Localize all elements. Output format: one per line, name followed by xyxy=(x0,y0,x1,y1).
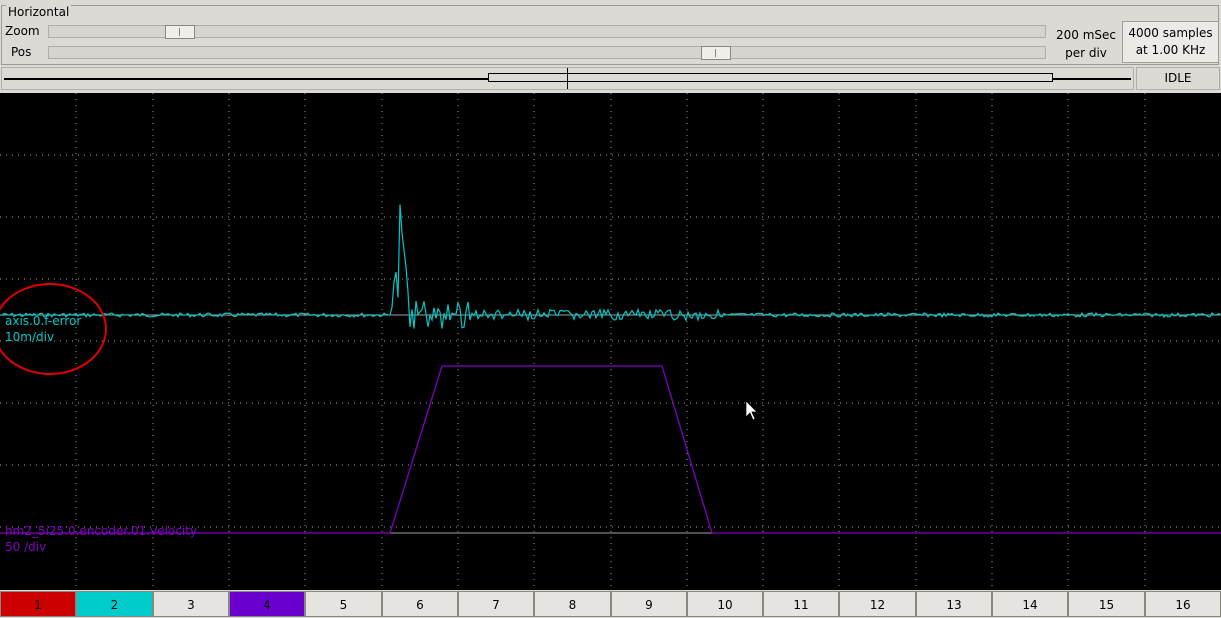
time-per-div-unit: per div xyxy=(1065,46,1107,60)
scope-display[interactable]: axis.0.f-error 10m/div hm2_5i25.0.encode… xyxy=(0,93,1221,590)
channel-button-2[interactable]: 2 xyxy=(76,591,153,617)
trace1-label[interactable]: axis.0.f-error 10m/div xyxy=(5,313,81,345)
channel-button-6[interactable]: 6 xyxy=(382,591,458,617)
channel-button-3[interactable]: 3 xyxy=(153,591,229,617)
mouse-pointer-icon xyxy=(745,400,758,421)
pos-label: Pos xyxy=(11,45,32,59)
zoom-slider-thumb[interactable] xyxy=(165,25,195,39)
zoom-slider[interactable] xyxy=(48,25,1046,39)
channel-bar: 1 2 3 4 5 6 7 8 9 10 11 12 13 14 15 16 xyxy=(0,591,1221,618)
run-status: IDLE xyxy=(1136,67,1220,90)
channel-button-15[interactable]: 15 xyxy=(1068,591,1145,617)
trace2-label[interactable]: hm2_5i25.0.encoder.01.velocity 50 /div xyxy=(5,523,197,555)
sample-rate: at 1.00 KHz xyxy=(1135,43,1206,57)
time-per-div-readout: 200 mSec per div xyxy=(1050,26,1122,62)
trace1-scale: 10m/div xyxy=(5,330,55,344)
channel-button-14[interactable]: 14 xyxy=(992,591,1068,617)
channel-button-8[interactable]: 8 xyxy=(534,591,611,617)
channel-button-4[interactable]: 4 xyxy=(229,591,305,617)
ferror-trace xyxy=(0,204,1221,329)
channel-button-13[interactable]: 13 xyxy=(916,591,992,617)
channel-button-16[interactable]: 16 xyxy=(1145,591,1221,617)
trace2-name: hm2_5i25.0.encoder.01.velocity xyxy=(5,524,197,538)
channel-button-10[interactable]: 10 xyxy=(687,591,763,617)
channel-button-7[interactable]: 7 xyxy=(458,591,534,617)
samples-button[interactable]: 4000 samples at 1.00 KHz xyxy=(1122,21,1219,63)
record-overview-cursor xyxy=(567,68,568,89)
trace1-name: axis.0.f-error xyxy=(5,314,82,328)
samples-count: 4000 samples xyxy=(1128,26,1213,40)
channel-button-1[interactable]: 1 xyxy=(0,591,76,617)
scope-plot xyxy=(0,93,1221,590)
horizontal-group-title: Horizontal xyxy=(6,5,72,19)
trace2-scale: 50 /div xyxy=(5,540,47,554)
channel-button-12[interactable]: 12 xyxy=(839,591,916,617)
channel-button-9[interactable]: 9 xyxy=(611,591,687,617)
channel-button-5[interactable]: 5 xyxy=(305,591,382,617)
time-per-div-value: 200 mSec xyxy=(1055,28,1116,42)
pos-slider[interactable] xyxy=(48,46,1046,60)
scope-grid xyxy=(0,93,1221,590)
pos-slider-thumb[interactable] xyxy=(701,46,731,60)
channel-button-11[interactable]: 11 xyxy=(763,591,839,617)
record-overview[interactable] xyxy=(1,67,1134,90)
zoom-label: Zoom xyxy=(5,24,40,38)
record-overview-window[interactable] xyxy=(488,73,1053,82)
